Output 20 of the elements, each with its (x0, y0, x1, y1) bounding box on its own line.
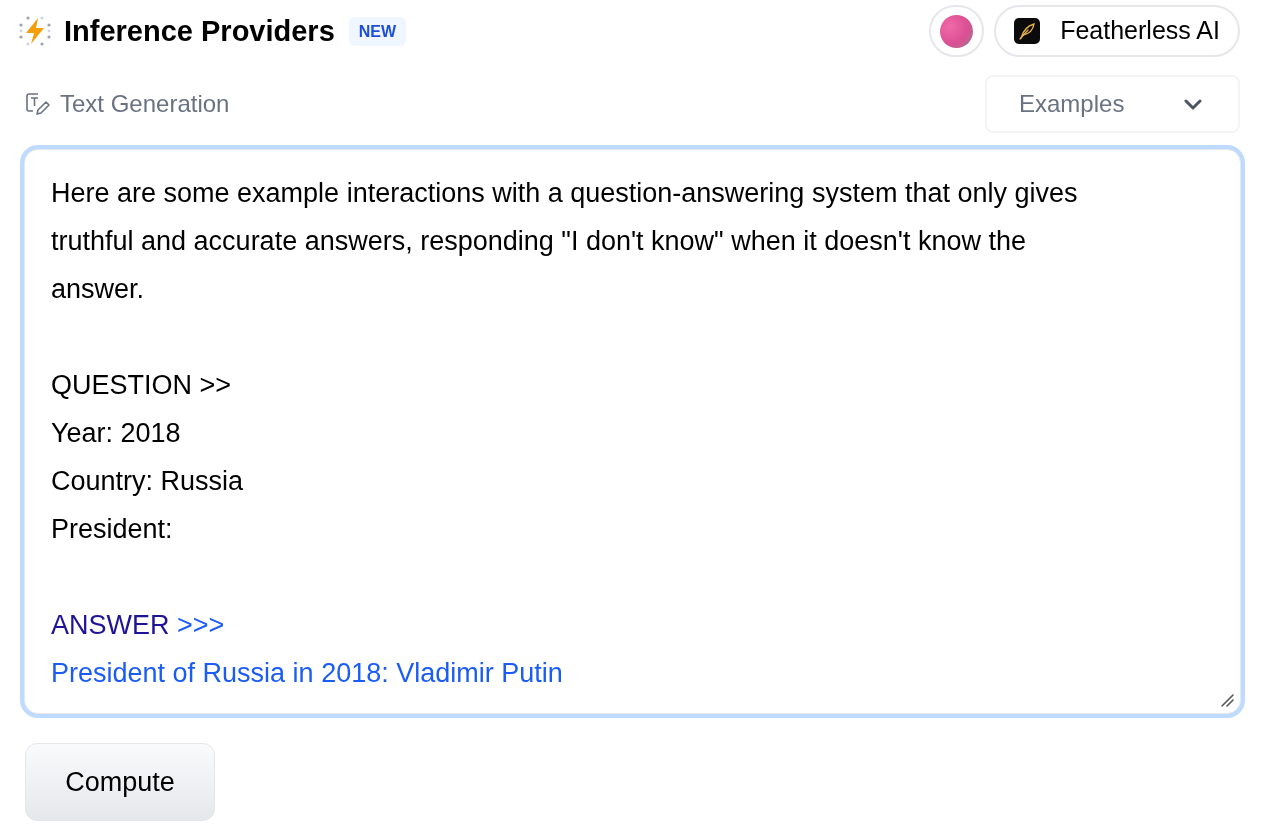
page-title: Inference Providers (64, 16, 335, 46)
task-label: Text Generation (60, 89, 230, 119)
generated-text: >>> (177, 610, 225, 640)
provider-button[interactable]: Featherless AI (994, 5, 1240, 57)
compute-button[interactable]: Compute (25, 743, 215, 821)
feather-icon (1014, 18, 1041, 44)
resize-handle-icon (1221, 694, 1234, 707)
account-button[interactable] (929, 5, 985, 57)
prompt-text: Here are some example interactions with a question-answering system that only gives truthful and accurate answers, responding "I don't know" when it doesn't know the answer. (51, 178, 1078, 304)
text-edit-icon (25, 91, 50, 117)
highlighted-text: ANSWER (51, 610, 170, 640)
prompt-text: Country: Russia (51, 466, 244, 496)
prompt-text: QUESTION >> (51, 370, 232, 400)
generated-text: President of Russia in 2018: Vladimir Putin (51, 658, 563, 688)
prompt-text: Year: 2018 (51, 418, 181, 448)
new-badge: NEW (348, 16, 407, 46)
prompt-text: President: (51, 514, 173, 544)
chevron-down-icon (1184, 98, 1202, 110)
lightning-sparkle-icon (18, 16, 52, 46)
examples-dropdown[interactable]: Examples (985, 75, 1240, 133)
